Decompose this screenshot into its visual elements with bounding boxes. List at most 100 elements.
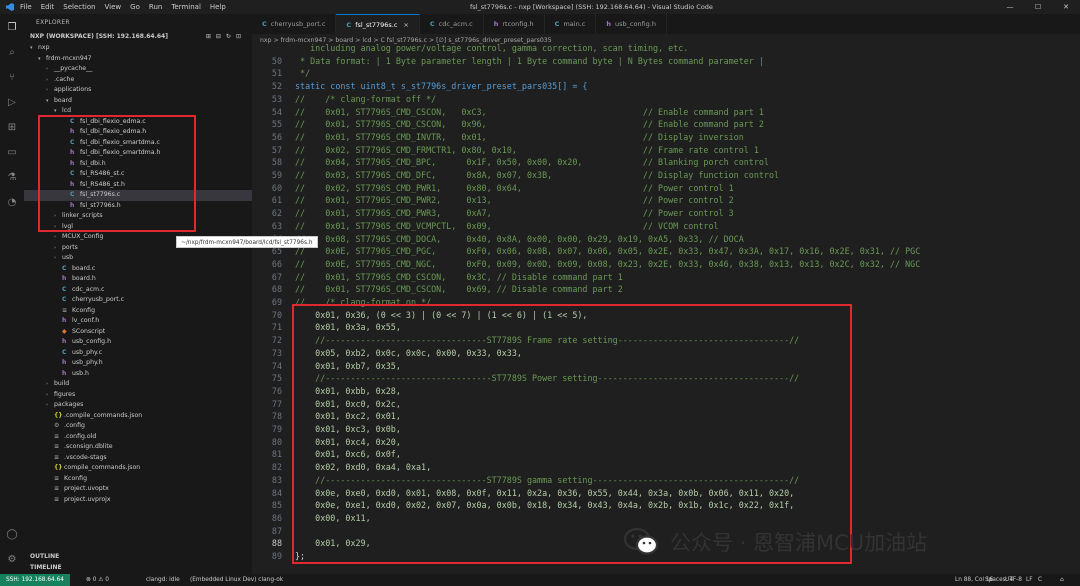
maximize-button[interactable]: ☐ <box>1024 0 1052 14</box>
remote-explorer-icon[interactable]: ▭ <box>6 147 18 159</box>
close-button[interactable]: ✕ <box>1052 0 1080 14</box>
tree-item-label: MCUX_Config <box>62 233 104 240</box>
timeline-section[interactable]: TIMELINE <box>24 563 252 573</box>
line-number: 71 <box>271 322 282 333</box>
line-number: 75 <box>271 373 282 384</box>
h-file-icon: h <box>62 317 67 324</box>
line-number: 58 <box>271 157 282 168</box>
tree-item[interactable]: ▾ board <box>24 96 252 107</box>
menu-run[interactable]: Run <box>149 3 162 11</box>
tree-item[interactable]: Ccherryusb_port.c <box>24 295 252 306</box>
code-line: // 0x01, ST7796S_CMD_CSCON, 0x3C, // Dis… <box>295 271 623 282</box>
eol[interactable]: LF <box>1026 574 1033 586</box>
testing-icon[interactable]: ⚗ <box>6 172 18 184</box>
tree-item[interactable]: ≡ Kconfig <box>24 474 252 485</box>
json-file-icon: {} <box>54 464 63 471</box>
menu-view[interactable]: View <box>105 3 122 11</box>
tree-item-label: ports <box>62 243 78 251</box>
files-icon[interactable]: ❐ <box>6 22 18 34</box>
tree-item[interactable]: › .cache <box>24 75 252 86</box>
tree-item[interactable]: h usb_config.h <box>24 337 252 348</box>
tree-item[interactable]: ≡ Kconfig <box>24 306 252 317</box>
tree-item[interactable]: ≡ .vscode-stags <box>24 453 252 464</box>
remote-indicator[interactable]: SSH: 192.168.64.64 <box>0 574 70 586</box>
chevron-icon: › <box>46 391 48 398</box>
menu-help[interactable]: Help <box>210 3 226 11</box>
tree-item[interactable]: › applications <box>24 85 252 96</box>
code-line: // 0x01, ST7796S_CMD_VCMPCTL, 0x09, // V… <box>295 220 719 231</box>
outline-section[interactable]: OUTLINE <box>24 552 252 562</box>
settings-icon[interactable]: ⚙ <box>6 554 18 566</box>
h-file-icon: h <box>62 359 67 366</box>
tree-item-label: board.h <box>72 275 96 282</box>
language-mode[interactable]: C <box>1038 574 1042 586</box>
code-line: // 0x0E, ST7796S_CMD_PGC, 0xF0, 0x06, 0x… <box>295 246 921 257</box>
line-number: 88 <box>271 538 282 549</box>
menu-terminal[interactable]: Terminal <box>171 3 201 11</box>
tree-item-label: SConscript <box>72 327 106 335</box>
tree-item[interactable]: › usb <box>24 253 252 264</box>
tree-item[interactable]: › packages <box>24 400 252 411</box>
tab-close-icon[interactable]: × <box>403 21 408 29</box>
tree-item[interactable]: h usb_phy.h <box>24 358 252 369</box>
tree-item[interactable]: › build <box>24 379 252 390</box>
tree-item[interactable]: {}compile_commands.json <box>24 463 252 474</box>
menu-file[interactable]: File <box>20 3 32 11</box>
tree-item[interactable]: ▾ frdm-mcxn947 <box>24 54 252 65</box>
activity-bar: ❐ ⌕ ⑂ ▷ ⊞ ▭ ⚗ ◔ ◯ ⚙ <box>0 14 24 574</box>
tree-item[interactable]: Cusb_phy.c <box>24 348 252 359</box>
extensions-icon[interactable]: ⊞ <box>6 122 18 134</box>
tree-item[interactable]: ⚙ .config <box>24 421 252 432</box>
tab-rtconfig-h[interactable]: h rtconfig.h <box>484 14 545 34</box>
code-line: // 0x01, ST7796S_CMD_PWR2, 0x13, // Powe… <box>295 195 734 206</box>
git-graph-icon[interactable]: ◔ <box>6 197 18 209</box>
encoding[interactable]: UTF-8 <box>1005 574 1022 586</box>
code-line: // 0x04, ST7796S_CMD_BPC, 0x1F, 0x50, 0x… <box>295 157 769 168</box>
minimize-button[interactable]: — <box>996 0 1024 14</box>
clangd-status[interactable]: clangd: idle <box>146 574 180 586</box>
tree-item[interactable]: › __pycache__ <box>24 64 252 75</box>
tree-item-label: project.uvprojx <box>64 495 111 503</box>
tab-label: usb_config.h <box>614 20 656 28</box>
tree-item[interactable]: › figures <box>24 390 252 401</box>
tab-main-c[interactable]: Cmain.c <box>545 14 597 34</box>
vscode-window: File Edit Selection View Go Run Terminal Help f… <box>0 0 1080 586</box>
tab-usb-config-h[interactable]: h usb_config.h <box>596 14 667 34</box>
tree-item[interactable]: h board.h <box>24 274 252 285</box>
tree-item[interactable]: ≡ project.uvoptx <box>24 484 252 495</box>
line-number: 79 <box>271 424 282 434</box>
tab-fsl-st7796s-c[interactable]: Cfsl_st7796s.c × <box>336 14 420 34</box>
tree-item-label: Kconfig <box>64 474 87 482</box>
line-number: 61 <box>271 195 282 206</box>
tree-item[interactable]: h usb.h <box>24 369 252 380</box>
tree-item[interactable]: {}.compile_commands.json <box>24 411 252 422</box>
chevron-icon: › <box>54 244 56 251</box>
tree-item[interactable]: ▾ nxp <box>24 43 252 54</box>
tree-item[interactable]: ≡ .sconsign.dblite <box>24 442 252 453</box>
tree-item[interactable]: ≡ project.uvprojx <box>24 495 252 506</box>
tree-item[interactable]: ≡ .config.old <box>24 432 252 443</box>
line-number: 62 <box>271 208 282 219</box>
problems-count[interactable]: ⊗ 0 ⚠ 0 <box>86 574 109 586</box>
run-debug-icon[interactable]: ▷ <box>6 97 18 109</box>
tab-cdc-acm-c[interactable]: Ccdc_acm.c <box>420 14 484 34</box>
env-status[interactable]: (Embedded Linux Dev) clang-ok <box>190 574 283 586</box>
notifications-icon[interactable]: ⌂ <box>1060 574 1064 586</box>
source-control-icon[interactable]: ⑂ <box>6 72 18 84</box>
menu-edit[interactable]: Edit <box>41 3 55 11</box>
tab-cherryusb-port-c[interactable]: Ccherryusb_port.c <box>252 14 337 34</box>
tree-item[interactable]: h lv_conf.h <box>24 316 252 327</box>
explorer-actions[interactable]: ⊞⊟↻⊡ <box>206 32 246 42</box>
menu-go[interactable]: Go <box>130 3 140 11</box>
workspace-section[interactable]: NXP (WORKSPACE) [SSH: 192.168.64.64] ⊞⊟↻… <box>24 32 252 42</box>
line-number: 84 <box>271 487 282 498</box>
account-icon[interactable]: ◯ <box>6 529 18 541</box>
line-number: 67 <box>271 271 282 282</box>
tree-item[interactable]: ◆ SConscript <box>24 327 252 338</box>
menu-selection[interactable]: Selection <box>63 3 95 11</box>
line-number: 81 <box>271 449 282 460</box>
search-icon[interactable]: ⌕ <box>6 47 18 59</box>
tree-item[interactable]: Cboard.c <box>24 264 252 275</box>
tree-item[interactable]: Ccdc_acm.c <box>24 285 252 296</box>
tree-item-label: .compile_commands.json <box>64 411 143 419</box>
